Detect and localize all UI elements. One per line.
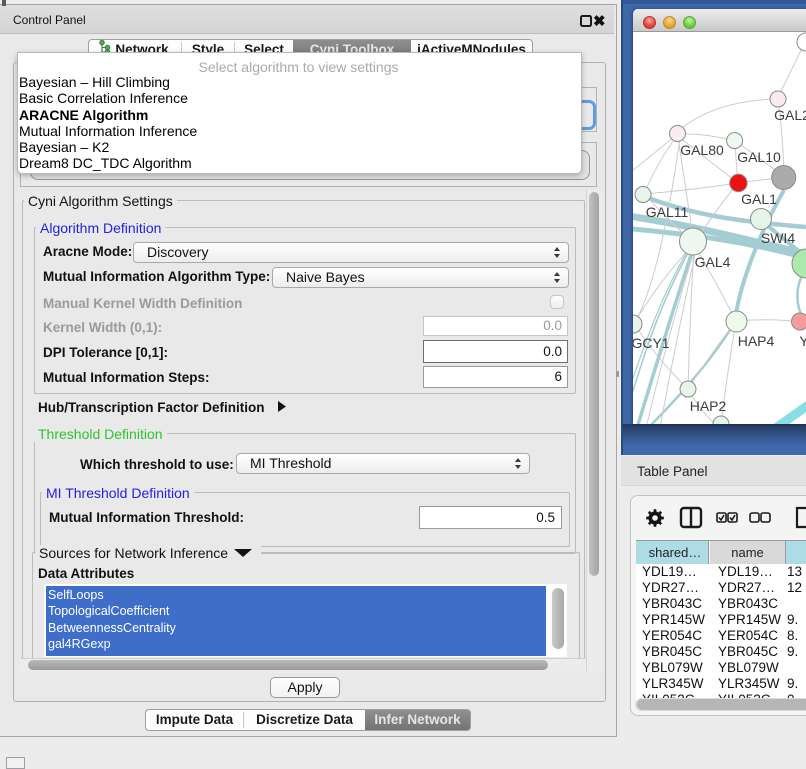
svg-text:HAP2: HAP2: [690, 398, 727, 414]
svg-text:GAL2: GAL2: [774, 107, 806, 123]
svg-text:SWI4: SWI4: [761, 230, 795, 246]
svg-text:Y: Y: [799, 333, 806, 349]
svg-text:GAL11: GAL11: [646, 204, 689, 220]
svg-text:HAP4: HAP4: [738, 333, 775, 349]
svg-text:GAL4: GAL4: [695, 254, 731, 270]
svg-text:GCY1: GCY1: [633, 335, 670, 351]
svg-text:GAL10: GAL10: [737, 149, 781, 165]
svg-text:GAL80: GAL80: [680, 142, 724, 158]
svg-text:GAL1: GAL1: [741, 191, 777, 207]
